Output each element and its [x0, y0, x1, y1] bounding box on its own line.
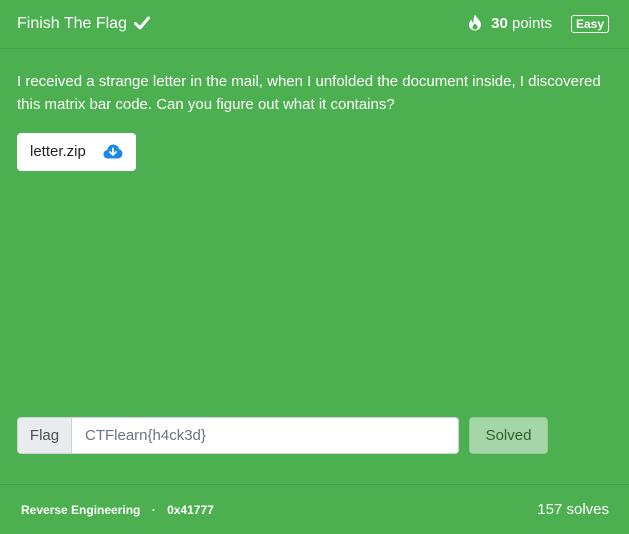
meta-separator: · [151, 503, 156, 517]
check-icon [134, 16, 151, 30]
points-label: points [511, 15, 552, 32]
fire-icon [468, 14, 481, 31]
card-footer: Reverse Engineering · 0x41777 157 solves [0, 484, 629, 534]
author-link[interactable]: 0x41777 [167, 503, 214, 517]
solves-count: 157 solves [537, 501, 609, 518]
challenge-title-text: Finish The Flag [17, 15, 127, 32]
flag-input[interactable] [72, 418, 458, 453]
category-link[interactable]: Reverse Engineering [21, 503, 140, 517]
card-header: Finish The Flag 30 points Easy [0, 0, 629, 49]
challenge-description: I received a strange letter in the mail,… [17, 73, 601, 113]
challenge-meta: Reverse Engineering · 0x41777 [21, 503, 214, 517]
challenge-card: Finish The Flag 30 points Easy I receive… [0, 0, 629, 533]
challenge-title: Finish The Flag [17, 13, 151, 35]
solved-button[interactable]: Solved [469, 417, 548, 454]
attachment-download-button[interactable]: letter.zip [17, 133, 136, 171]
points-display: 30 points [468, 13, 552, 35]
difficulty-badge: Easy [570, 15, 609, 33]
flag-label: Flag [18, 418, 72, 453]
attachment-filename: letter.zip [30, 143, 86, 160]
cloud-download-icon [103, 144, 123, 159]
flag-input-group: Flag [17, 417, 459, 454]
points-value: 30 [491, 15, 508, 32]
